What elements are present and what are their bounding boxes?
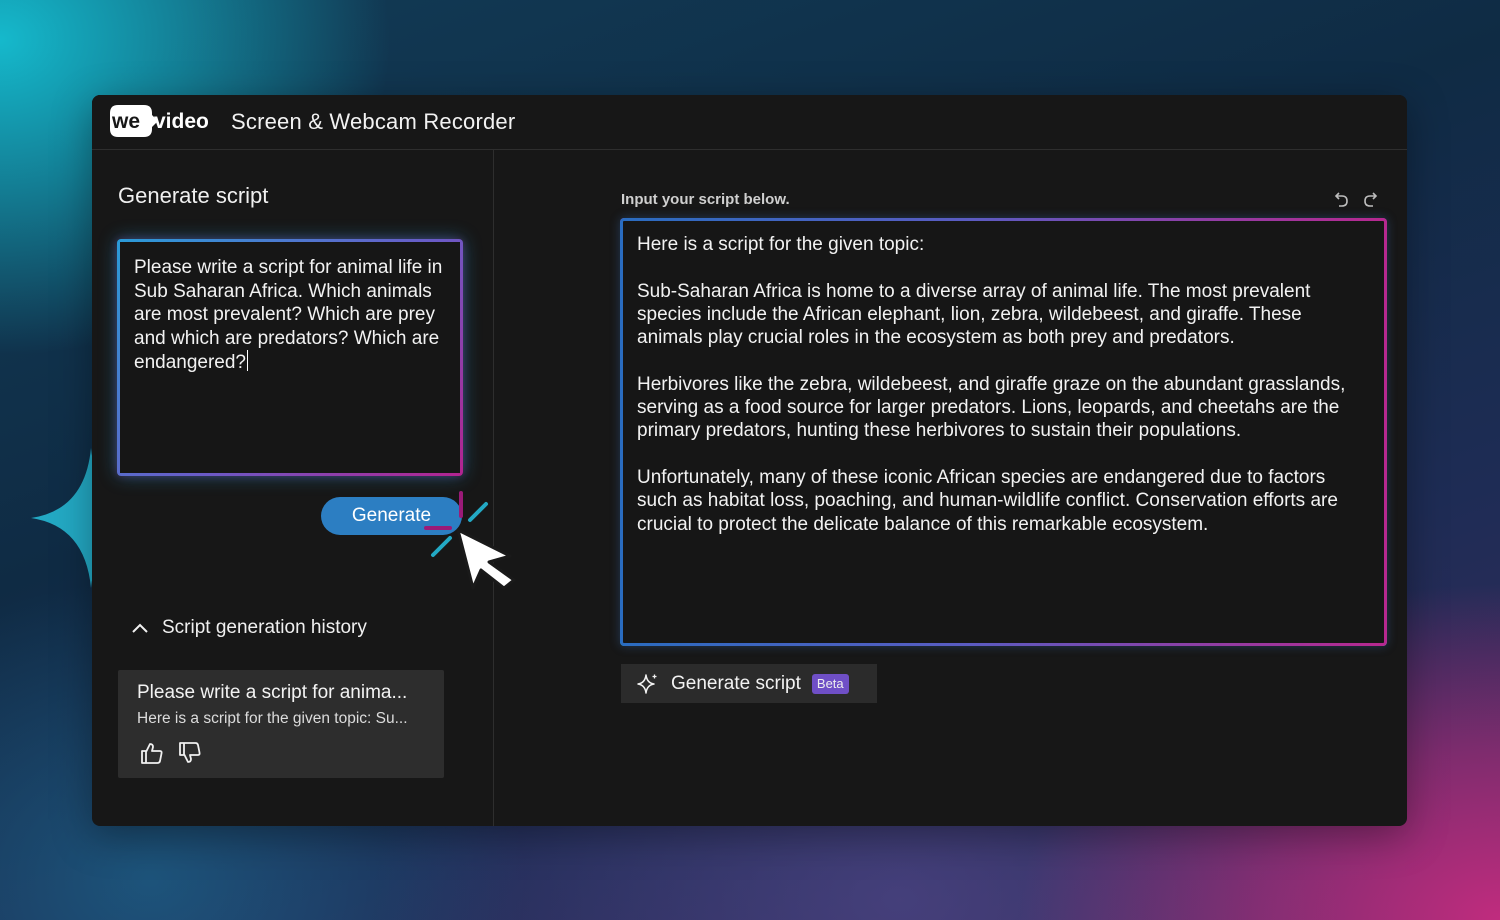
beta-badge: Beta: [811, 673, 849, 694]
sparkle-icon: [637, 673, 657, 694]
title-bar: we video Screen & Webcam Recorder: [92, 95, 1407, 150]
thumbs-down-icon[interactable]: [177, 740, 203, 766]
history-item-preview: Here is a script for the given topic: Su…: [137, 710, 408, 727]
script-paragraph: Sub-Saharan Africa is home to a diverse …: [637, 280, 1311, 349]
undo-icon[interactable]: [1332, 190, 1350, 210]
panel-divider: [493, 150, 494, 826]
redo-icon[interactable]: [1362, 190, 1380, 210]
script-editor[interactable]: Here is a script for the given topic: Su…: [620, 218, 1387, 646]
prompt-text: Please write a script for animal life in…: [134, 257, 443, 373]
wevideo-logo: we video: [110, 105, 209, 137]
script-paragraph: Here is a script for the given topic:: [637, 234, 925, 255]
history-item[interactable]: Please write a script for anima... Here …: [118, 670, 444, 778]
script-paragraph: Unfortunately, many of these iconic Afri…: [637, 466, 1338, 535]
script-text-area[interactable]: Here is a script for the given topic: Su…: [623, 221, 1384, 571]
generate-button[interactable]: Generate: [321, 497, 462, 535]
svg-text:video: video: [154, 110, 209, 133]
history-item-title: Please write a script for anima...: [137, 682, 408, 703]
history-toggle[interactable]: Script generation history: [130, 617, 367, 639]
app-title: Screen & Webcam Recorder: [231, 109, 516, 134]
thumbs-up-icon[interactable]: [139, 740, 165, 766]
script-input-label: Input your script below.: [621, 191, 790, 208]
script-paragraph: Herbivores like the zebra, wildebeest, a…: [637, 373, 1346, 442]
generate-script-heading: Generate script: [118, 183, 269, 208]
generate-script-label: Generate script: [671, 672, 801, 694]
svg-text:we: we: [111, 110, 140, 133]
generate-script-button[interactable]: Generate script Beta: [621, 664, 877, 703]
text-caret: [247, 350, 248, 371]
chevron-up-icon: [132, 623, 148, 633]
prompt-input[interactable]: Please write a script for animal life in…: [117, 239, 463, 476]
prompt-text-area[interactable]: Please write a script for animal life in…: [120, 242, 460, 389]
history-toggle-label: Script generation history: [162, 617, 367, 638]
app-window: we video Screen & Webcam Recorder Genera…: [92, 95, 1407, 826]
